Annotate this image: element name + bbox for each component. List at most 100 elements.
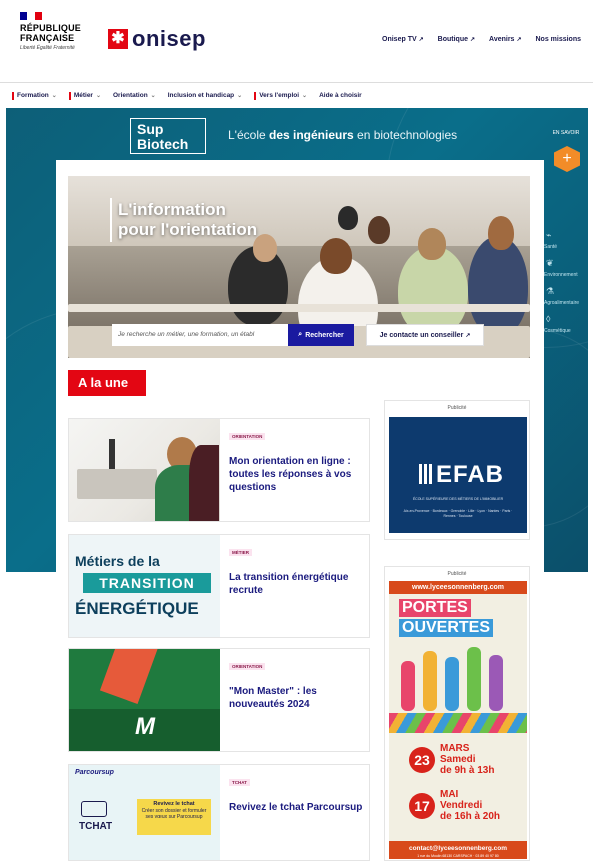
- chevron-down-icon: ⌄: [95, 93, 101, 99]
- drop-icon: ◊: [546, 314, 551, 324]
- hero-title: L'information pour l'orientation: [118, 200, 257, 240]
- nav-item-inclusion[interactable]: Inclusion et handicap ⌄: [168, 92, 243, 99]
- ad-label: Publicité: [447, 571, 467, 577]
- external-link-icon: ↗: [470, 37, 476, 43]
- students-illustration: [395, 647, 521, 717]
- french-flag-icon: [20, 12, 42, 20]
- efab-logo-text: EFAB: [436, 461, 505, 488]
- card-title[interactable]: "Mon Master" : les nouveautés 2024: [229, 685, 369, 711]
- external-link-icon: ↗: [418, 37, 424, 43]
- date2-num: 17: [409, 792, 435, 819]
- date2-day: Vendredi: [440, 800, 483, 811]
- thumb-line3: ÉNERGÉTIQUE: [75, 599, 199, 618]
- nav-label: Formation: [17, 92, 49, 99]
- search-icon: ⌕: [298, 331, 303, 338]
- side-link-environnement[interactable]: Environnement: [544, 272, 578, 278]
- supbiotech-logo[interactable]: Sup Biotech: [130, 118, 206, 154]
- nav-accent: [68, 91, 71, 100]
- po-line1: PORTES: [399, 599, 471, 617]
- date1-day: Samedi: [440, 754, 476, 765]
- lycee-url: www.lyceesonnenberg.com: [389, 581, 527, 594]
- external-link-icon: ↗: [465, 332, 471, 339]
- news-card-mon-master[interactable]: M ORIENTATION "Mon Master" : les nouveau…: [68, 648, 370, 752]
- ad-efab[interactable]: Publicité EFAB ÉCOLE SUPÉRIEURE DES MÉTI…: [384, 400, 530, 540]
- top-header: RÉPUBLIQUE FRANÇAISE Liberté Égalité Fra…: [0, 0, 593, 82]
- news-card-orientation-en-ligne[interactable]: ORIENTATION Mon orientation en ligne : t…: [68, 418, 370, 522]
- rf-title-line2: FRANÇAISE: [20, 33, 75, 43]
- tagline-pre: L'école: [228, 128, 269, 142]
- card-thumb-mon-master: M: [69, 649, 220, 751]
- side-link-cosmetique[interactable]: Cosmétique: [544, 328, 571, 334]
- thumb-line1: Métiers de la: [75, 553, 160, 569]
- flask-icon: ⚗: [546, 286, 555, 296]
- portes-ouvertes-title: PORTES OUVERTES: [399, 599, 494, 637]
- date1-text: MARS Samedi de 9h à 13h: [440, 743, 494, 776]
- section-title-a-la-une: A la une: [68, 370, 146, 396]
- card-title[interactable]: Mon orientation en ligne : toutes les ré…: [229, 455, 369, 494]
- date2-month: MAI: [440, 789, 459, 800]
- date2-text: MAI Vendredi de 16h à 20h: [440, 789, 500, 822]
- tagline-post: en biotechnologies: [353, 128, 458, 142]
- nav-label: Métier: [73, 92, 93, 99]
- card-thumb-photo: [69, 419, 220, 521]
- onisep-logo[interactable]: ✱ onisep: [108, 26, 206, 52]
- nav-item-emploi[interactable]: Vers l'emploi ⌄: [254, 91, 307, 100]
- toplink-avenirs[interactable]: Avenirs ↗: [489, 36, 521, 43]
- toplink-label: Boutique: [437, 36, 468, 43]
- date1-hours: de 9h à 13h: [440, 765, 495, 776]
- card-tag: ORIENTATION: [229, 433, 266, 440]
- card-tag: TCHAT: [229, 779, 250, 786]
- toplink-nos-missions[interactable]: Nos missions: [535, 36, 581, 43]
- external-link-icon: ↗: [516, 37, 522, 43]
- card-title[interactable]: La transition énergétique recrute: [229, 571, 369, 597]
- nav-label: Vers l'emploi: [259, 92, 300, 99]
- contact-advisor-button[interactable]: Je contacte un conseiller ↗: [366, 324, 484, 346]
- thumb-line2: TRANSITION: [83, 573, 211, 593]
- toplink-boutique[interactable]: Boutique ↗: [438, 36, 475, 43]
- onisep-star-icon: ✱: [108, 29, 128, 49]
- efab-cities: Aix-en-Provence · Bordeaux · Grenoble · …: [403, 509, 513, 518]
- nav-item-formation[interactable]: Formation ⌄: [12, 91, 57, 100]
- search-button[interactable]: ⌕ Rechercher: [288, 324, 354, 346]
- nav-item-metier[interactable]: Métier ⌄: [68, 91, 101, 100]
- leaf-icon: ❦: [546, 258, 554, 268]
- side-link-sante[interactable]: Santé: [544, 244, 557, 250]
- search-input[interactable]: Je recherche un métier, une formation, u…: [112, 324, 288, 346]
- hero-accent-line: [110, 198, 112, 242]
- thumb-box: Revivez le tchat Créer son dossier et fo…: [137, 799, 211, 835]
- republique-francaise-logo[interactable]: RÉPUBLIQUE FRANÇAISE Liberté Égalité Fra…: [20, 12, 81, 51]
- main-nav: Formation ⌄ Métier ⌄ Orientation ⌄ Inclusio…: [0, 82, 593, 108]
- toplink-label: Onisep TV: [382, 36, 417, 43]
- news-card-tchat-parcoursup[interactable]: Parcoursup TCHAT Revivez le tchat Créer …: [68, 764, 370, 861]
- pulse-icon: ⌁: [546, 230, 552, 240]
- card-thumb-transition: Métiers de la TRANSITION ÉNERGÉTIQUE: [69, 535, 220, 637]
- ad-label: Publicité: [447, 405, 467, 411]
- rf-title-line1: RÉPUBLIQUE: [20, 23, 82, 33]
- card-thumb-parcoursup: Parcoursup TCHAT Revivez le tchat Créer …: [69, 765, 220, 860]
- brand-line2: Biotech: [137, 136, 189, 152]
- news-card-transition-energetique[interactable]: Métiers de la TRANSITION ÉNERGÉTIQUE MÉT…: [68, 534, 370, 638]
- nav-label: Orientation: [113, 92, 148, 99]
- efab-logo: EFAB: [419, 461, 504, 489]
- date-block-1: 23 MARS Samedi de 9h à 13h: [409, 743, 494, 776]
- nav-accent: [12, 91, 14, 100]
- card-title[interactable]: Revivez le tchat Parcoursup: [229, 801, 369, 814]
- toplink-onisep-tv[interactable]: Onisep TV ↗: [382, 36, 424, 43]
- toplink-label: Avenirs: [489, 36, 515, 43]
- nav-item-aide[interactable]: Aide à choisir: [319, 92, 362, 99]
- onisep-logo-text: onisep: [132, 26, 206, 51]
- card-tag: MÉTIER: [229, 549, 253, 556]
- chevron-down-icon: ⌄: [150, 93, 156, 99]
- chat-icon: [81, 801, 107, 817]
- hero-title-line2: pour l'orientation: [118, 220, 258, 239]
- card-tag: ORIENTATION: [229, 663, 266, 670]
- nav-item-orientation[interactable]: Orientation ⌄: [113, 92, 156, 99]
- efab-subtitle: ÉCOLE SUPÉRIEURE DES MÉTIERS DE L'IMMOBI…: [412, 497, 504, 501]
- lycee-stripes: [389, 713, 527, 733]
- side-link-agro[interactable]: Agroalimentaire: [544, 300, 579, 306]
- thumb-box-text: Créer son dossier et formuler ses vœux s…: [141, 808, 207, 820]
- date1-month: MARS: [440, 743, 470, 754]
- efab-banner: EFAB ÉCOLE SUPÉRIEURE DES MÉTIERS DE L'I…: [389, 417, 527, 533]
- ad-lycee-sonnenberg[interactable]: Publicité www.lyceesonnenberg.com PORTES…: [384, 566, 530, 861]
- tchat-label: TCHAT: [79, 821, 113, 832]
